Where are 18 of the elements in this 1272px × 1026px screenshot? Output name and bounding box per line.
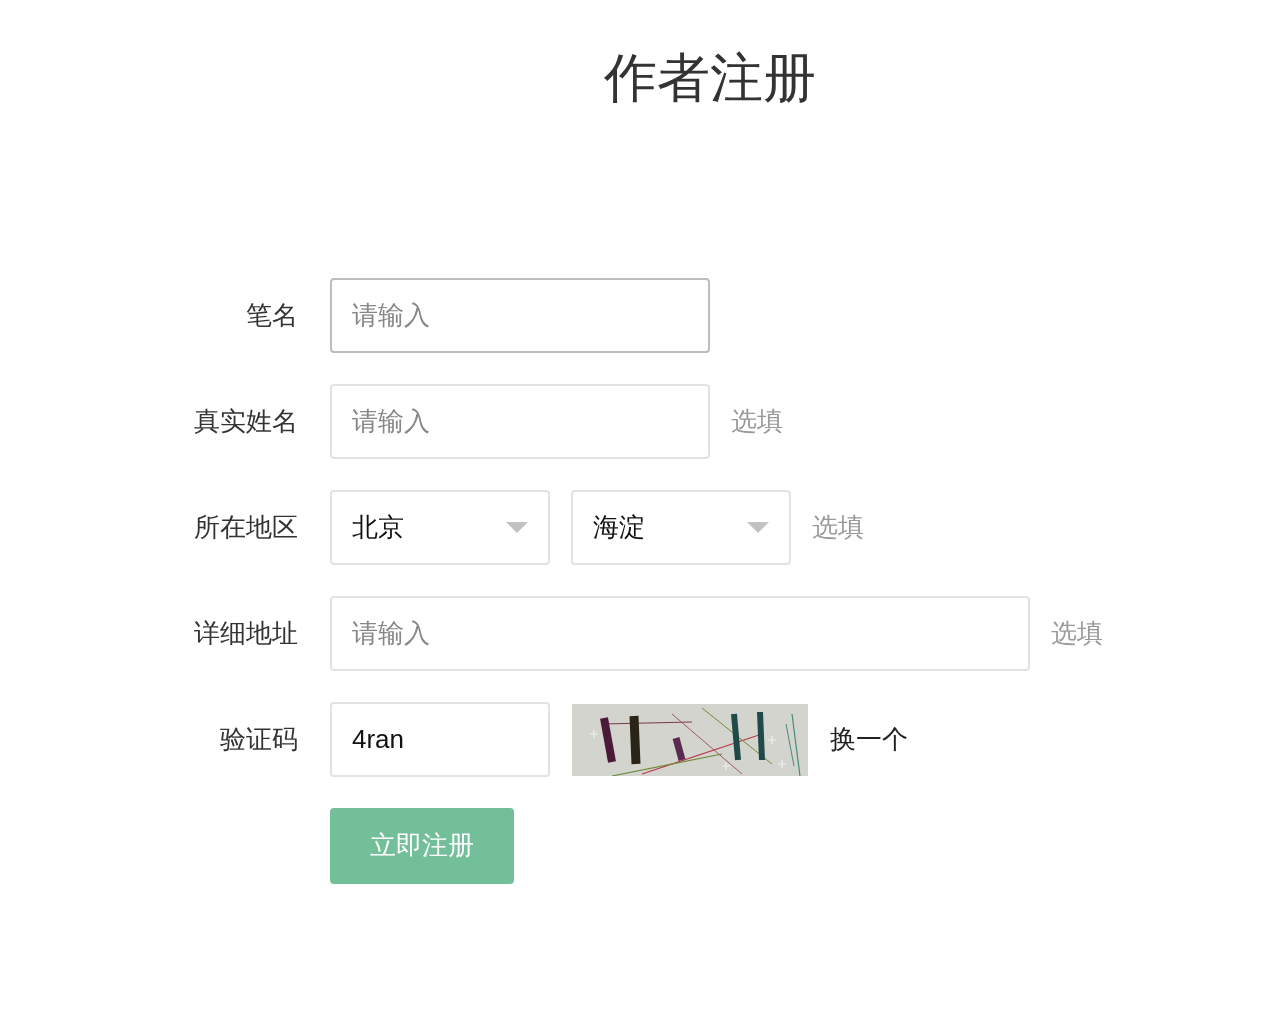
optional-hint: 选填 xyxy=(1051,617,1103,650)
input-field[interactable]: 4ran xyxy=(330,702,550,777)
input-field[interactable]: 请输入 xyxy=(330,596,1030,671)
input-field[interactable]: 请输入 xyxy=(330,278,710,353)
caret-icon xyxy=(747,522,769,533)
input-field[interactable]: 请输入 xyxy=(330,384,710,459)
optional-hint: 选填 xyxy=(731,405,783,438)
field-label: 详细地址 xyxy=(193,617,298,650)
region-select[interactable]: 北京 xyxy=(330,490,550,565)
caret-icon xyxy=(506,522,528,533)
field-label: 真实姓名 xyxy=(193,405,298,438)
optional-hint: 选填 xyxy=(812,511,864,544)
page-title: 作者注册 xyxy=(604,47,816,109)
field-label: 所在地区 xyxy=(193,511,298,544)
region-select[interactable]: 海淀 xyxy=(571,490,791,565)
field-label: 笔名 xyxy=(245,299,298,332)
refresh-link[interactable]: 换一个 xyxy=(830,722,908,757)
field-label: 验证码 xyxy=(219,723,298,756)
